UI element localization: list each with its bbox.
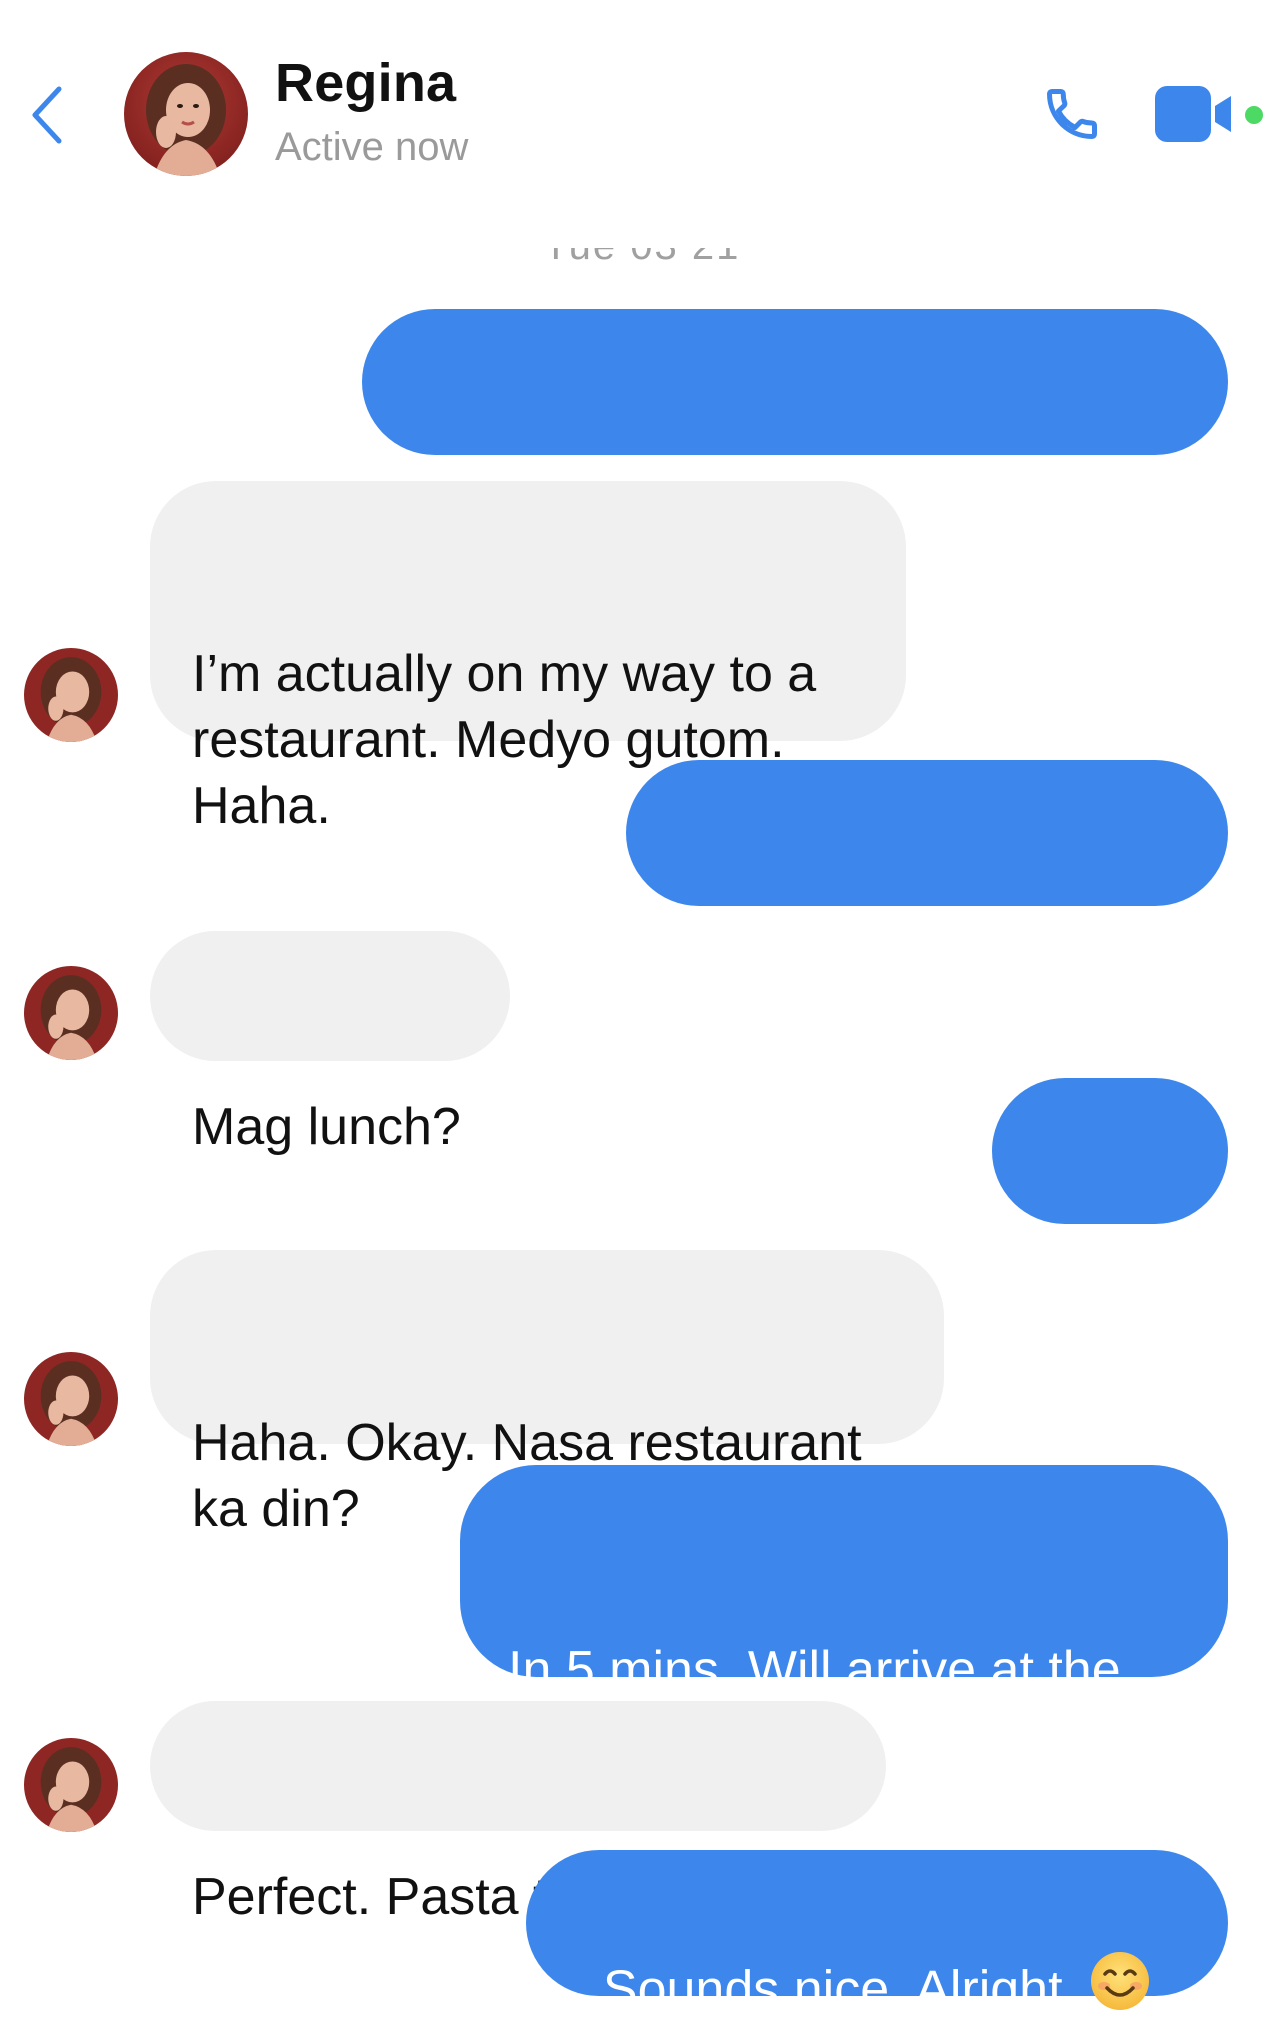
smiling-face-emoji-icon xyxy=(1089,1950,1151,2028)
outgoing-message[interactable]: Yeah. xyxy=(992,1078,1228,1312)
outgoing-message[interactable]: Miss Regina? Nag lunch ka na? xyxy=(362,309,1228,543)
message-text: Mag lunch? xyxy=(192,1098,461,1156)
incoming-message[interactable]: I’m actually on my way to a restaurant. … xyxy=(150,481,906,835)
contact-avatar[interactable] xyxy=(124,52,248,176)
incoming-message[interactable]: Haha. Okay. Nasa restaurant ka din? xyxy=(150,1250,944,1538)
phone-icon xyxy=(1047,89,1097,139)
contact-avatar-small[interactable] xyxy=(24,1738,118,1832)
back-button[interactable] xyxy=(22,80,72,150)
video-camera-icon xyxy=(1155,86,1231,142)
message-text: Me too. Sabay tayo? xyxy=(688,936,1166,994)
contact-avatar-small[interactable] xyxy=(24,1352,118,1446)
contact-avatar-small[interactable] xyxy=(24,966,118,1060)
date-separator-label: Tue 03 21 xyxy=(544,248,741,268)
outgoing-message[interactable]: In 5 mins. Will arrive at the mall na. xyxy=(460,1465,1228,1765)
message-text: Yeah. xyxy=(1044,1254,1176,1312)
message-text: Sounds nice. Alright. xyxy=(602,1960,1077,2019)
active-indicator-dot xyxy=(1245,106,1263,124)
incoming-message[interactable]: Mag lunch? xyxy=(150,931,510,1156)
incoming-message[interactable]: Perfect. Pasta tayo today? xyxy=(150,1701,886,1926)
active-status: Active now xyxy=(275,125,469,169)
contact-avatar-small[interactable] xyxy=(24,648,118,742)
outgoing-message[interactable]: Sounds nice. Alright. xyxy=(526,1850,1228,2019)
outgoing-message[interactable]: Me too. Sabay tayo? xyxy=(626,760,1228,994)
chat-header: Regina Active now xyxy=(0,0,1284,220)
video-call-button[interactable] xyxy=(1155,82,1255,148)
contact-name[interactable]: Regina xyxy=(275,52,456,114)
chevron-left-icon xyxy=(32,86,62,144)
audio-call-button[interactable] xyxy=(1030,72,1114,156)
date-separator: Tue 03 21 xyxy=(0,248,1284,286)
